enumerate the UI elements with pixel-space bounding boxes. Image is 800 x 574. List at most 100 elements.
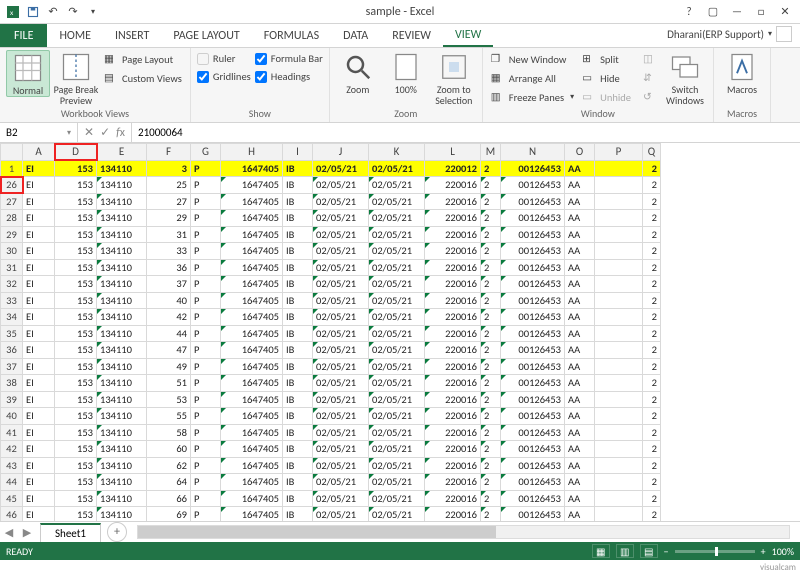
ruler-checkbox[interactable]: Ruler (197, 50, 251, 67)
unhide-button[interactable]: ▭Unhide (580, 88, 633, 106)
cell[interactable]: EI (23, 292, 55, 309)
cell[interactable]: 134110 (97, 276, 147, 293)
cell[interactable]: 1647405 (221, 375, 283, 392)
cell[interactable]: 220016 (425, 441, 481, 458)
cell[interactable]: IB (283, 177, 313, 194)
cell[interactable]: 02/05/21 (369, 160, 425, 177)
row-header[interactable]: 30 (1, 243, 23, 260)
cell[interactable]: 153 (55, 243, 97, 260)
cell[interactable]: 02/05/21 (369, 358, 425, 375)
accept-formula-icon[interactable]: ✓ (100, 125, 110, 140)
cell[interactable]: P (191, 375, 221, 392)
cell[interactable]: 134110 (97, 408, 147, 425)
cell[interactable]: AA (565, 177, 595, 194)
cell[interactable]: P (191, 193, 221, 210)
cell[interactable]: 02/05/21 (369, 424, 425, 441)
cell[interactable]: 62 (147, 457, 191, 474)
undo-icon[interactable]: ↶ (44, 3, 62, 21)
column-header[interactable]: F (147, 144, 191, 161)
signin-user[interactable]: Dharani(ERP Support)▾ (667, 26, 792, 42)
cell[interactable]: 02/05/21 (313, 309, 369, 326)
cell[interactable]: P (191, 259, 221, 276)
cell[interactable]: 153 (55, 160, 97, 177)
cell[interactable]: 2 (481, 408, 501, 425)
page-layout-button[interactable]: ▦Page Layout (102, 50, 184, 68)
cell[interactable]: 66 (147, 490, 191, 507)
cell[interactable]: EI (23, 243, 55, 260)
cell[interactable]: 02/05/21 (369, 177, 425, 194)
cell[interactable]: 02/05/21 (313, 243, 369, 260)
row-header[interactable]: 26 (1, 177, 23, 194)
cell[interactable] (595, 325, 643, 342)
cell[interactable]: 153 (55, 474, 97, 491)
cell[interactable]: 51 (147, 375, 191, 392)
cell[interactable]: IB (283, 292, 313, 309)
cell[interactable]: 2 (643, 490, 661, 507)
cell[interactable]: 02/05/21 (369, 391, 425, 408)
row-header[interactable]: 40 (1, 408, 23, 425)
zoom-slider[interactable] (675, 550, 755, 553)
cell[interactable]: 2 (643, 375, 661, 392)
cell[interactable]: 220012 (425, 160, 481, 177)
cell[interactable]: 00126453 (501, 408, 565, 425)
cell[interactable]: 153 (55, 210, 97, 227)
cell[interactable]: IB (283, 276, 313, 293)
cell[interactable]: 02/05/21 (313, 292, 369, 309)
cell[interactable] (595, 309, 643, 326)
redo-icon[interactable]: ↷ (64, 3, 82, 21)
cell[interactable]: 2 (481, 160, 501, 177)
cell[interactable]: IB (283, 391, 313, 408)
cell[interactable]: AA (565, 243, 595, 260)
cell[interactable]: 134110 (97, 342, 147, 359)
normal-view-icon-status[interactable]: ▦ (592, 544, 610, 558)
cell[interactable] (595, 276, 643, 293)
cell[interactable] (595, 424, 643, 441)
page-break-preview-button[interactable]: Page Break Preview (54, 50, 98, 106)
cell[interactable]: 2 (643, 342, 661, 359)
cell[interactable] (595, 226, 643, 243)
cell[interactable]: 2 (481, 210, 501, 227)
cell[interactable]: 220016 (425, 342, 481, 359)
cell[interactable]: P (191, 292, 221, 309)
column-header[interactable]: D (55, 144, 97, 161)
cell[interactable]: AA (565, 457, 595, 474)
cell[interactable]: 49 (147, 358, 191, 375)
cell[interactable]: 44 (147, 325, 191, 342)
cell[interactable]: 02/05/21 (369, 193, 425, 210)
cell[interactable]: 00126453 (501, 490, 565, 507)
cell[interactable]: 2 (643, 177, 661, 194)
cell[interactable]: EI (23, 441, 55, 458)
row-header[interactable]: 45 (1, 490, 23, 507)
row-header[interactable]: 27 (1, 193, 23, 210)
cell[interactable]: 42 (147, 309, 191, 326)
cell[interactable]: 2 (481, 292, 501, 309)
cell[interactable]: AA (565, 342, 595, 359)
cell[interactable]: IB (283, 193, 313, 210)
cell[interactable]: 02/05/21 (313, 441, 369, 458)
fx-icon[interactable]: fx (116, 126, 125, 140)
name-box-dropdown-icon[interactable]: ▾ (67, 128, 71, 138)
cell[interactable]: 02/05/21 (369, 441, 425, 458)
cell[interactable]: AA (565, 441, 595, 458)
cell[interactable]: AA (565, 210, 595, 227)
column-header[interactable]: J (313, 144, 369, 161)
zoom-button[interactable]: Zoom (336, 50, 380, 95)
cell[interactable]: 220016 (425, 375, 481, 392)
cell[interactable]: 02/05/21 (313, 358, 369, 375)
cell[interactable]: IB (283, 358, 313, 375)
cell[interactable]: 220016 (425, 325, 481, 342)
cell[interactable]: IB (283, 408, 313, 425)
cell[interactable]: P (191, 276, 221, 293)
cell[interactable]: 2 (643, 408, 661, 425)
zoom-in-icon[interactable]: + (761, 545, 766, 558)
row-header[interactable]: 32 (1, 276, 23, 293)
cell[interactable]: 2 (643, 276, 661, 293)
cell[interactable]: 2 (481, 358, 501, 375)
cell[interactable]: EI (23, 391, 55, 408)
tab-insert[interactable]: INSERT (103, 24, 161, 47)
cell[interactable]: 220016 (425, 177, 481, 194)
cell[interactable]: P (191, 358, 221, 375)
cell[interactable]: 2 (643, 457, 661, 474)
cell[interactable]: 37 (147, 276, 191, 293)
cell[interactable]: EI (23, 276, 55, 293)
